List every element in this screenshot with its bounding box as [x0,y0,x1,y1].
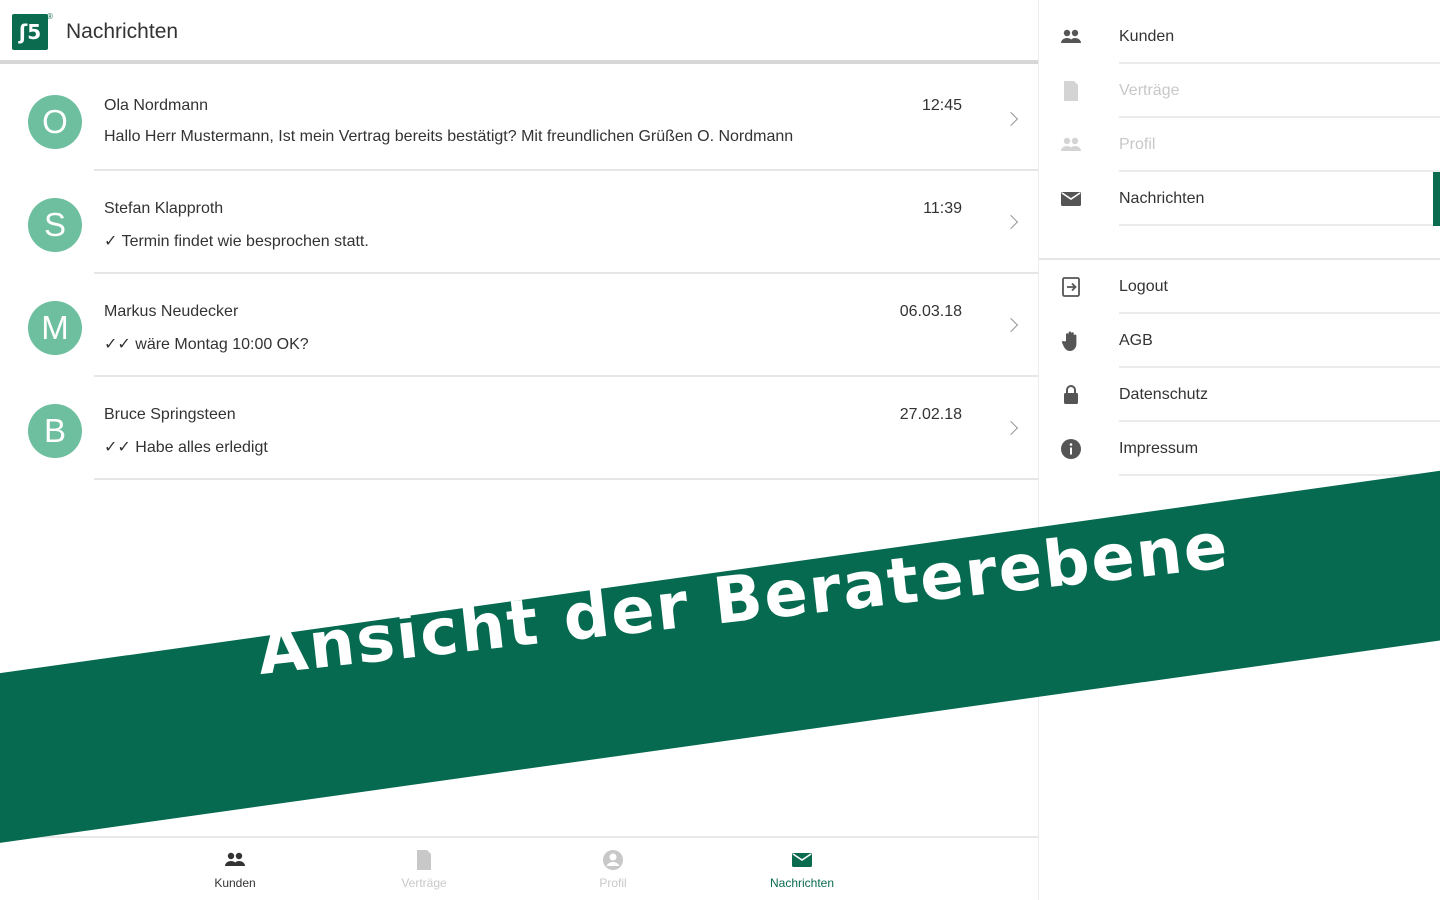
person-circle-icon [603,850,623,870]
top-bar: ʃ5 ® Nachrichten [0,0,1038,64]
sender-name: Bruce Springsteen [104,406,236,423]
drawer-item-label: Nachrichten [1119,190,1205,207]
avatar: M [28,301,82,355]
message-preview: Hallo Herr Mustermann, Ist mein Vertrag … [104,128,794,145]
drawer-item-label: Verträge [1119,82,1180,99]
chevron-right-icon [1003,317,1019,333]
message-item-ola-nordmann[interactable]: O Ola Nordmann 12:45 Hallo Herr Musterma… [0,68,1038,171]
drawer-item-vertraege[interactable]: Verträge [1039,64,1440,118]
bottom-nav-vertraege[interactable]: Verträge [364,848,484,890]
chevron-right-icon [1003,111,1019,127]
avatar: O [28,95,82,149]
message-preview: ✓✓ Habe alles erledigt [104,439,268,456]
message-list: O Ola Nordmann 12:45 Hallo Herr Musterma… [0,68,1038,480]
drawer-item-logout[interactable]: Logout [1039,260,1440,314]
drawer-item-kunden[interactable]: Kunden [1039,10,1440,64]
drawer-item-label: Profil [1119,136,1156,153]
people-icon [1061,29,1081,43]
app-window: ʃ5 ® Nachrichten O Ola Nordmann 12:45 Ha… [0,0,1440,900]
bottom-nav-label: Profil [599,876,627,890]
drawer-item-label: Kunden [1119,28,1175,45]
drawer-item-label: Logout [1119,278,1168,295]
message-time: 11:39 [923,200,962,217]
sender-name: Stefan Klapproth [104,200,224,217]
message-preview: ✓✓ wäre Montag 10:00 OK? [104,336,309,353]
drawer-item-label: Datenschutz [1119,386,1208,403]
drawer-item-profil[interactable]: Profil [1039,118,1440,172]
drawer-item-label: Impressum [1119,440,1199,457]
bottom-nav-profil[interactable]: Profil [553,848,673,890]
drawer-item-nachrichten[interactable]: Nachrichten [1039,172,1440,226]
people-icon [1061,137,1081,151]
divider [1119,474,1440,476]
message-preview: ✓ Termin findet wie besprochen statt. [104,233,369,250]
bottom-nav-kunden[interactable]: Kunden [175,848,295,890]
drawer-item-agb[interactable]: AGB [1039,314,1440,368]
drawer-item-label: AGB [1119,332,1153,349]
divider [94,478,1038,480]
info-icon [1061,439,1081,459]
drawer-item-impressum[interactable]: Impressum [1039,422,1440,476]
message-time: 27.02.18 [899,406,962,423]
hand-icon [1061,331,1077,351]
bottom-nav-label: Verträge [401,876,447,890]
active-indicator [1433,172,1440,226]
logo-mark: ʃ5 [18,20,42,44]
chevron-right-icon [1003,214,1019,230]
avatar: B [28,404,82,458]
message-item-stefan-klapproth[interactable]: S Stefan Klapproth 11:39 ✓ Termin findet… [0,171,1038,274]
app-logo[interactable]: ʃ5 [12,14,48,50]
sender-name: Ola Nordmann [104,97,209,114]
logout-icon [1062,277,1080,297]
bottom-navigation: Kunden Verträge Profil Nachrichten [0,836,1038,900]
bottom-nav-label: Nachrichten [769,876,835,890]
document-icon [1064,81,1078,101]
message-time: 06.03.18 [899,303,962,320]
logo-registered-mark: ® [47,12,53,21]
avatar: S [28,198,82,252]
message-time: 12:45 [921,97,962,114]
divider [1119,224,1440,226]
bottom-nav-nachrichten[interactable]: Nachrichten [742,848,862,890]
page-title: Nachrichten [66,20,179,43]
message-item-markus-neudecker[interactable]: M Markus Neudecker 06.03.18 ✓✓ wäre Mont… [0,274,1038,377]
lock-icon [1064,385,1078,404]
bottom-nav-label: Kunden [214,876,256,890]
people-icon [225,852,245,866]
message-item-bruce-springsteen[interactable]: B Bruce Springsteen 27.02.18 ✓✓ Habe all… [0,377,1038,480]
drawer-item-datenschutz[interactable]: Datenschutz [1039,368,1440,422]
mail-icon [792,853,812,867]
side-drawer: Kunden Verträge Profil Nachrichten Logou… [1038,0,1440,900]
mail-icon [1061,192,1081,206]
chevron-right-icon [1003,420,1019,436]
sender-name: Markus Neudecker [104,303,239,320]
document-icon [417,850,431,870]
